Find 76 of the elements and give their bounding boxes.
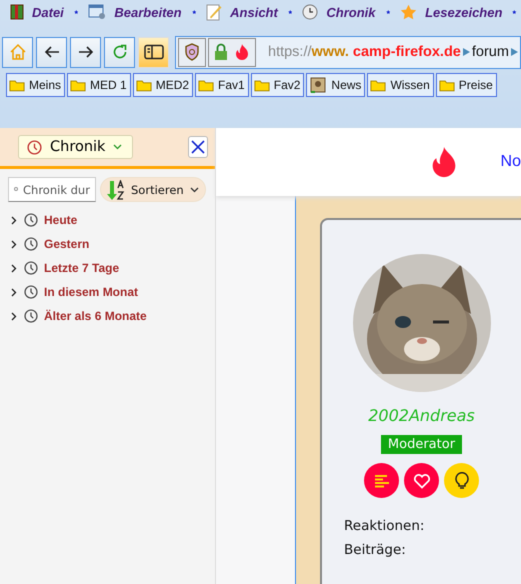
folder-icon xyxy=(198,78,214,92)
bookmark-button[interactable]: Wissen xyxy=(367,73,434,97)
lightbulb-icon xyxy=(454,472,468,490)
chevron-down-icon xyxy=(113,144,122,150)
chevron-right-icon[interactable] xyxy=(10,312,18,320)
clock-icon xyxy=(24,261,38,275)
clock-icon xyxy=(24,237,38,251)
flame-icon xyxy=(234,43,250,61)
heart-icon xyxy=(412,472,430,488)
sidebar-switcher[interactable]: Chronik xyxy=(18,135,134,159)
nav-link[interactable]: No xyxy=(500,153,521,171)
clock-icon xyxy=(24,309,38,323)
forward-arrow-icon xyxy=(78,45,94,59)
padlock-icon xyxy=(214,43,228,61)
stat-label: Reaktionen: xyxy=(344,518,426,534)
search-icon xyxy=(14,187,19,192)
reload-icon xyxy=(112,44,128,60)
search-field[interactable]: Chronik dur xyxy=(8,177,96,202)
address-bar[interactable]: https://www. camp-firefox.de forum xyxy=(175,36,521,68)
bookmark-button[interactable]: Fav2 xyxy=(250,73,304,97)
back-arrow-icon xyxy=(44,45,60,59)
back-button[interactable] xyxy=(36,36,67,68)
star-icon xyxy=(400,4,418,20)
shield-button[interactable] xyxy=(178,38,206,66)
folder-icon xyxy=(136,78,152,92)
folder-icon xyxy=(9,78,25,92)
shield-icon xyxy=(184,43,200,61)
chevron-right-icon[interactable] xyxy=(10,264,18,272)
history-group[interactable]: In diesem Monat xyxy=(44,285,138,299)
sort-button[interactable]: Sortieren xyxy=(100,177,206,202)
menu-item[interactable]: Datei xyxy=(10,4,64,20)
menu-item[interactable]: Ansicht xyxy=(206,3,278,21)
clock-icon xyxy=(302,4,318,20)
clock-icon xyxy=(24,285,38,299)
folder-icon xyxy=(70,78,86,92)
clock-icon xyxy=(27,140,42,154)
history-group[interactable]: Älter als 6 Monate xyxy=(44,309,147,323)
url-text: https://www. camp-firefox.de forum xyxy=(268,44,520,60)
close-button[interactable] xyxy=(188,136,208,158)
folder-icon xyxy=(438,78,455,92)
bookmark-button[interactable]: Meins xyxy=(6,73,66,97)
chevron-right-icon[interactable] xyxy=(10,240,18,248)
history-group[interactable]: Gestern xyxy=(44,237,90,251)
bookmark-button[interactable]: Preise xyxy=(436,73,497,97)
history-group[interactable]: Letzte 7 Tage xyxy=(44,261,120,275)
book-icon xyxy=(10,4,24,20)
notepad-icon xyxy=(206,3,222,21)
path-separator-icon xyxy=(510,48,518,56)
menu-item[interactable]: Bearbeiten xyxy=(88,4,182,20)
trophy-badge[interactable] xyxy=(444,463,479,498)
forward-button[interactable] xyxy=(70,36,101,68)
bookmark-button[interactable]: News xyxy=(306,73,366,97)
path-separator-icon xyxy=(462,48,470,56)
chevron-right-icon[interactable] xyxy=(10,216,18,224)
window-edit-icon xyxy=(88,4,106,20)
sidebar-button[interactable] xyxy=(138,36,169,68)
folder-icon xyxy=(254,78,270,92)
sidebar-icon xyxy=(144,44,164,60)
history-group[interactable]: Heute xyxy=(44,213,78,227)
site-identity-button[interactable] xyxy=(208,38,256,66)
bookmark-button[interactable]: Fav1 xyxy=(195,73,249,97)
clock-icon xyxy=(24,213,38,227)
menu-item[interactable]: Chronik xyxy=(302,4,376,20)
sort-az-icon xyxy=(107,180,125,200)
bookmark-button[interactable]: MED2 xyxy=(132,73,194,97)
chevron-right-icon[interactable] xyxy=(10,288,18,296)
scroll-icon xyxy=(309,76,328,94)
stat-label: Beiträge: xyxy=(344,542,407,558)
folder-icon xyxy=(370,78,386,92)
chevron-down-icon xyxy=(190,186,199,192)
bookmark-button[interactable]: MED 1 xyxy=(67,73,131,97)
home-icon xyxy=(8,43,26,61)
lines-icon xyxy=(374,474,390,488)
close-icon xyxy=(191,140,205,154)
role-label: Moderator xyxy=(380,435,462,454)
menu-item[interactable]: Lesezeichen xyxy=(400,4,502,20)
